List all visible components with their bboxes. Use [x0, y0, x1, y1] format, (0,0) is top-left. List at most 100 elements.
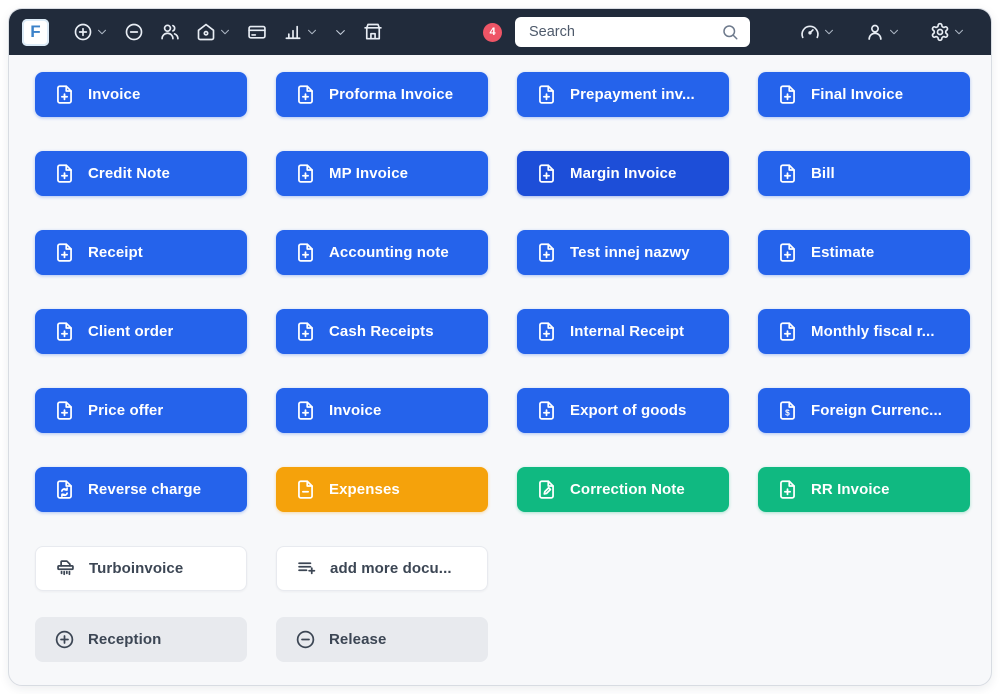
button-label: MP Invoice	[329, 165, 408, 182]
file-plus-icon	[295, 163, 316, 184]
button-foreign-currenc[interactable]: $ Foreign Currenc...	[758, 388, 970, 433]
shredder-icon	[55, 558, 76, 579]
button-label: Expenses	[329, 481, 400, 498]
button-label: Margin Invoice	[570, 165, 676, 182]
notification-badge[interactable]: 4	[483, 23, 502, 42]
credit-card-icon	[247, 22, 267, 42]
minus-circle-icon	[124, 22, 144, 42]
button-test-innej-nazwy[interactable]: Test innej nazwy	[517, 230, 729, 275]
svg-text:$: $	[785, 407, 790, 417]
button-add-more-docu[interactable]: add more docu...	[276, 546, 488, 591]
grid-row: Invoice Proforma Invoice Prepayment inv...…	[35, 72, 968, 117]
file-plus-icon	[54, 84, 75, 105]
button-turboinvoice[interactable]: Turboinvoice	[35, 546, 247, 591]
app-window: F 4 Invoice Proforma Invoice Prepayment in…	[8, 8, 992, 686]
button-label: Price offer	[88, 402, 163, 419]
bar-chart-icon	[283, 22, 303, 42]
button-rr-invoice[interactable]: RR Invoice	[758, 467, 970, 512]
button-margin-invoice[interactable]: Margin Invoice	[517, 151, 729, 196]
button-release[interactable]: Release	[276, 617, 488, 662]
button-bill[interactable]: Bill	[758, 151, 970, 196]
toolbar-home-button[interactable]	[188, 16, 239, 48]
button-reception[interactable]: Reception	[35, 617, 247, 662]
button-label: Foreign Currenc...	[811, 402, 942, 419]
toolbar-storefront-button[interactable]	[355, 16, 391, 48]
toolbar-minus-circle-button[interactable]	[116, 16, 152, 48]
button-label: Invoice	[329, 402, 381, 419]
file-plus-icon	[777, 163, 798, 184]
button-final-invoice[interactable]: Final Invoice	[758, 72, 970, 117]
button-correction-note[interactable]: Correction Note	[517, 467, 729, 512]
file-minus-icon	[295, 479, 316, 500]
button-label: Estimate	[811, 244, 874, 261]
file-plus-icon	[777, 479, 798, 500]
toolbar-speedometer-button[interactable]	[792, 16, 843, 48]
search-input[interactable]	[527, 23, 713, 41]
grid-row: Receipt Accounting note Test innej nazwy Es…	[35, 230, 968, 275]
users-icon	[160, 22, 180, 42]
button-label: Release	[329, 631, 386, 648]
playlist-add-icon	[296, 558, 317, 579]
button-label: Invoice	[88, 86, 140, 103]
button-label: add more docu...	[330, 560, 452, 577]
button-label: Bill	[811, 165, 835, 182]
file-refresh-icon	[54, 479, 75, 500]
file-plus-icon	[536, 400, 557, 421]
button-receipt[interactable]: Receipt	[35, 230, 247, 275]
button-invoice[interactable]: Invoice	[35, 72, 247, 117]
toolbar-left-group	[65, 16, 391, 48]
button-accounting-note[interactable]: Accounting note	[276, 230, 488, 275]
file-edit-icon	[536, 479, 557, 500]
home-icon	[196, 22, 216, 42]
file-plus-icon	[54, 321, 75, 342]
toolbar-bar-chart-button[interactable]	[275, 16, 326, 48]
grid-row: Price offer Invoice Export of goods $ Foreig…	[35, 388, 968, 433]
toolbar-right-group	[792, 16, 973, 48]
file-plus-icon	[54, 400, 75, 421]
circle-plus-icon	[54, 629, 75, 650]
button-internal-receipt[interactable]: Internal Receipt	[517, 309, 729, 354]
button-expenses[interactable]: Expenses	[276, 467, 488, 512]
button-cash-receipts[interactable]: Cash Receipts	[276, 309, 488, 354]
button-export-of-goods[interactable]: Export of goods	[517, 388, 729, 433]
file-plus-icon	[536, 242, 557, 263]
file-plus-icon	[295, 84, 316, 105]
button-label: Receipt	[88, 244, 143, 261]
button-label: Internal Receipt	[570, 323, 684, 340]
chevron-down-icon	[219, 26, 231, 38]
app-logo[interactable]: F	[22, 19, 49, 46]
search-icon	[721, 23, 739, 41]
button-proforma-invoice[interactable]: Proforma Invoice	[276, 72, 488, 117]
button-label: Final Invoice	[811, 86, 903, 103]
button-client-order[interactable]: Client order	[35, 309, 247, 354]
plus-circle-icon	[73, 22, 93, 42]
button-prepayment-inv[interactable]: Prepayment inv...	[517, 72, 729, 117]
button-credit-note[interactable]: Credit Note	[35, 151, 247, 196]
file-plus-icon	[295, 400, 316, 421]
toolbar-user-button[interactable]	[857, 16, 908, 48]
toolbar-plus-circle-button[interactable]	[65, 16, 116, 48]
button-mp-invoice[interactable]: MP Invoice	[276, 151, 488, 196]
toolbar-gear-button[interactable]	[922, 16, 973, 48]
chevron-down-icon	[306, 26, 318, 38]
button-price-offer[interactable]: Price offer	[35, 388, 247, 433]
speedometer-icon	[800, 22, 820, 42]
file-dollar-icon: $	[777, 400, 798, 421]
file-plus-icon	[777, 84, 798, 105]
toolbar-credit-card-button[interactable]	[239, 16, 275, 48]
button-monthly-fiscal-r[interactable]: Monthly fiscal r...	[758, 309, 970, 354]
toolbar-chevron-only-button[interactable]	[326, 20, 355, 45]
toolbar-users-button[interactable]	[152, 16, 188, 48]
chevron-down-icon	[953, 26, 965, 38]
button-reverse-charge[interactable]: Reverse charge	[35, 467, 247, 512]
chevron-down-icon	[96, 26, 108, 38]
button-invoice[interactable]: Invoice	[276, 388, 488, 433]
button-label: Cash Receipts	[329, 323, 434, 340]
file-plus-icon	[536, 84, 557, 105]
grid-row: Client order Cash Receipts Internal Receip…	[35, 309, 968, 354]
button-label: Test innej nazwy	[570, 244, 690, 261]
button-label: Monthly fiscal r...	[811, 323, 935, 340]
button-estimate[interactable]: Estimate	[758, 230, 970, 275]
user-icon	[865, 22, 885, 42]
file-plus-icon	[777, 242, 798, 263]
